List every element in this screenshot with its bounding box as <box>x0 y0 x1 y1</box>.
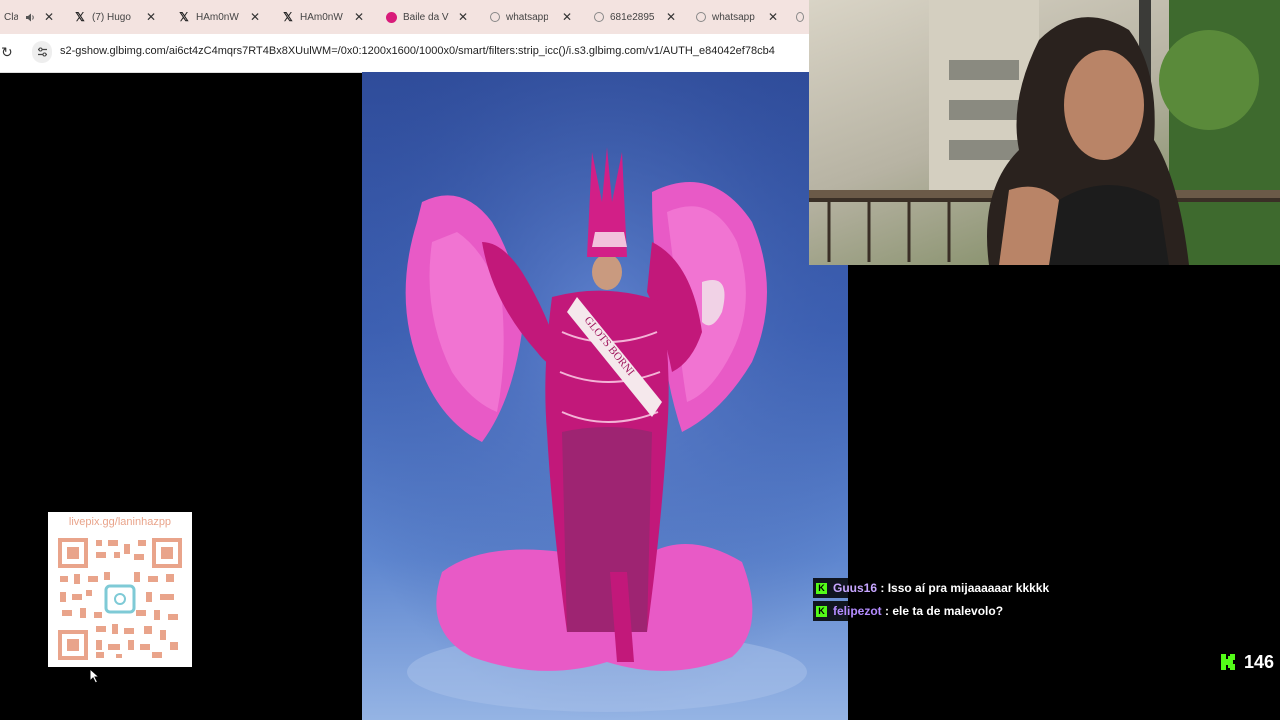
costume-photo: GLOTS BORNI <box>362 72 848 720</box>
browser-tab-bar: Cla ✕ 𝕏 (7) Hugo ✕ 𝕏 HAm0nW ✕ 𝕏 HAm0nW ✕… <box>0 0 810 34</box>
chat-text: ele ta de malevolo? <box>892 604 1004 618</box>
site-info-icon[interactable] <box>32 41 52 63</box>
browser-tab[interactable]: Baile da V ✕ <box>386 6 478 28</box>
qr-code-icon <box>58 538 182 660</box>
viewer-count-widget: 146 <box>1220 650 1274 674</box>
kick-badge-icon: K <box>816 582 827 594</box>
speaker-icon[interactable] <box>24 11 36 23</box>
globe-icon <box>490 12 500 22</box>
globe-icon <box>696 12 706 22</box>
chat-message: K Guus16 : Isso aí pra mijaaaaaar kkkkk <box>813 578 1273 598</box>
webcam-feed <box>809 0 1280 265</box>
x-logo-icon: 𝕏 <box>283 10 293 24</box>
close-tab-icon[interactable]: ✕ <box>146 10 156 24</box>
tab-title: Baile da V <box>403 11 449 23</box>
close-tab-icon[interactable]: ✕ <box>666 10 676 24</box>
address-bar: ↻ s2-gshow.glbimg.com/ai6ct4zC4mqrs7RT4B… <box>0 34 810 73</box>
costume-illustration: GLOTS BORNI <box>362 72 848 720</box>
browser-tab[interactable]: 𝕏 HAm0nW ✕ <box>178 6 270 28</box>
globe-icon <box>796 12 804 22</box>
globe-icon <box>594 12 604 22</box>
tab-title: HAm0nW <box>300 11 343 23</box>
browser-tab[interactable]: Cla ✕ <box>4 6 56 28</box>
close-tab-icon[interactable]: ✕ <box>768 10 778 24</box>
reload-icon[interactable]: ↻ <box>1 44 13 61</box>
tab-title: 681e2895 <box>610 11 654 23</box>
kick-logo-icon <box>1221 654 1235 670</box>
close-tab-icon[interactable]: ✕ <box>458 10 468 24</box>
donation-qr-panel: livepix.gg/laninhazpp <box>48 512 192 667</box>
viewer-count: 146 <box>1244 651 1275 672</box>
tab-title: whatsapp <box>506 11 548 23</box>
streamer-camera-illustration <box>809 0 1280 265</box>
chat-username: Guus16 <box>833 581 878 595</box>
browser-tab[interactable]: 𝕏 HAm0nW ✕ <box>282 6 374 28</box>
close-tab-icon[interactable]: ✕ <box>354 10 364 24</box>
tab-title: Cla <box>4 11 18 23</box>
browser-tab[interactable]: 681e2895 ✕ <box>594 6 686 28</box>
close-tab-icon[interactable]: ✕ <box>562 10 572 24</box>
close-tab-icon[interactable]: ✕ <box>44 10 54 24</box>
chat-separator: : <box>877 581 888 595</box>
tab-title: HAm0nW <box>196 11 239 23</box>
chat-username: felipezot <box>833 604 882 618</box>
chat-separator: : <box>881 604 893 618</box>
mouse-cursor-icon <box>89 668 101 684</box>
url-field[interactable]: s2-gshow.glbimg.com/ai6ct4zC4mqrs7RT4Bx8… <box>60 45 808 57</box>
qr-link-label: livepix.gg/laninhazpp <box>68 516 172 528</box>
tab-title: (7) Hugo <box>92 11 131 23</box>
kick-badge-icon: K <box>816 605 827 617</box>
browser-tab[interactable]: 𝕏 (7) Hugo ✕ <box>74 6 166 28</box>
browser-tab[interactable]: whatsapp ✕ <box>696 6 788 28</box>
chat-message: K felipezot : ele ta de malevolo? <box>813 601 1273 621</box>
x-logo-icon: 𝕏 <box>179 10 189 24</box>
close-tab-icon[interactable]: ✕ <box>250 10 260 24</box>
site-favicon-icon <box>386 11 397 23</box>
browser-tab[interactable]: whatsapp ✕ <box>490 6 582 28</box>
x-logo-icon: 𝕏 <box>75 10 85 24</box>
browser-tab[interactable] <box>796 6 810 28</box>
tab-title: whatsapp <box>712 11 755 23</box>
chat-text: Isso aí pra mijaaaaaar kkkkk <box>887 581 1050 595</box>
